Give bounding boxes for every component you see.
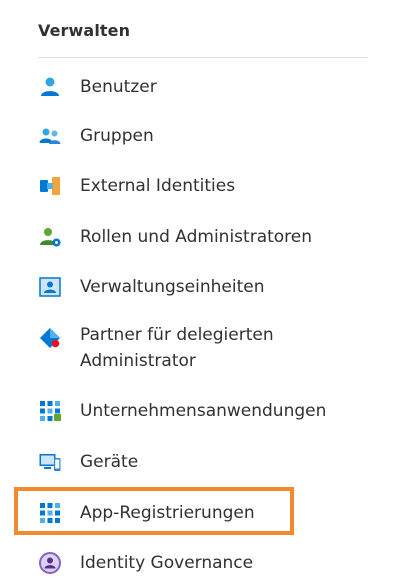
partner-delegated-admin-icon xyxy=(40,328,60,348)
nav-item-label: Partner für delegierten Administrator xyxy=(80,325,274,371)
group-icon xyxy=(39,128,61,144)
nav-item-geraete[interactable]: Geräte xyxy=(38,449,378,475)
nav-item-benutzer[interactable]: Benutzer xyxy=(38,74,378,100)
nav-item-rollen-und-administratoren[interactable]: Rollen und Administratoren xyxy=(38,224,378,250)
external-identities-icon xyxy=(40,177,60,195)
app-registrations-icon xyxy=(40,503,60,523)
nav-item-gruppen[interactable]: Gruppen xyxy=(38,123,378,149)
identity-governance-icon xyxy=(39,552,61,574)
nav-item-verwaltungseinheiten[interactable]: Verwaltungseinheiten xyxy=(38,274,378,300)
nav-item-unternehmensanwendungen[interactable]: Unternehmensanwendungen xyxy=(38,398,378,424)
nav-item-external-identities[interactable]: External Identities xyxy=(38,173,378,199)
nav-item-label: Unternehmensanwendungen xyxy=(80,401,327,421)
nav-item-identity-governance[interactable]: Identity Governance xyxy=(38,550,378,576)
nav-item-label: Verwaltungseinheiten xyxy=(80,277,265,297)
nav-item-label: App-Registrierungen xyxy=(80,503,255,523)
user-icon xyxy=(41,77,59,96)
enterprise-apps-icon xyxy=(40,401,61,421)
nav-item-app-registrierungen[interactable]: App-Registrierungen xyxy=(38,500,378,526)
devices-icon xyxy=(39,454,61,471)
nav-item-label: Rollen und Administratoren xyxy=(80,227,313,247)
nav-item-label: Identity Governance xyxy=(80,553,254,573)
nav-item-label: Geräte xyxy=(80,452,139,472)
nav-item-label: Benutzer xyxy=(80,77,157,97)
roles-admins-icon xyxy=(40,228,61,247)
section-divider xyxy=(38,57,368,58)
section-title: Verwalten xyxy=(38,21,131,40)
admin-units-icon xyxy=(39,277,61,297)
nav-item-label: External Identities xyxy=(80,176,236,196)
manage-nav-panel: Verwalten Benutzer Gruppen External Iden… xyxy=(0,0,395,580)
nav-item-partner-delegierter-administrator[interactable]: Partner für delegierten Administrator xyxy=(38,322,378,374)
nav-item-label: Gruppen xyxy=(80,126,154,146)
